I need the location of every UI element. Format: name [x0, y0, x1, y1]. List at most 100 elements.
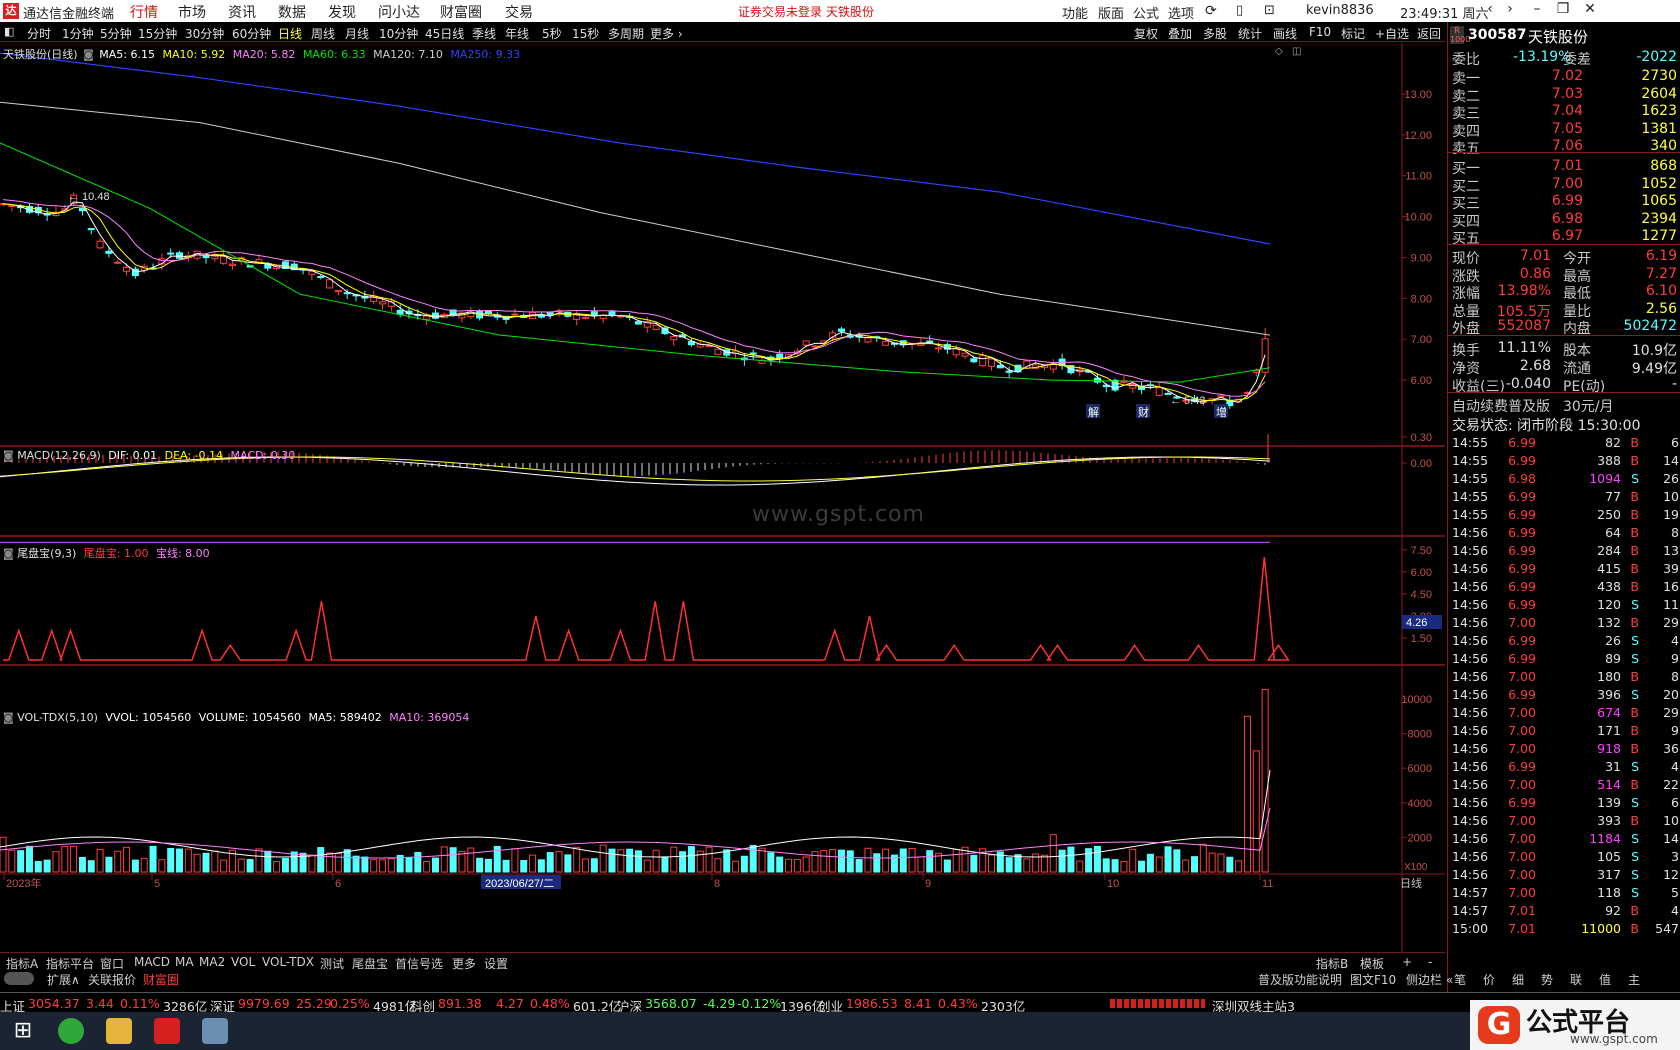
period-monthly[interactable]: 月线 [345, 25, 369, 42]
tdx-app-icon[interactable] [154, 1018, 180, 1044]
windows-start-icon[interactable]: ⊞ [10, 1018, 36, 1044]
trade-price: 7.00 [1508, 669, 1536, 684]
btn-back[interactable]: 返回 [1417, 25, 1441, 42]
period-60min[interactable]: 60分钟 [232, 25, 271, 42]
menu-jiaoyi[interactable]: 交易 [505, 2, 533, 22]
ask-volume: 1381 [1641, 120, 1677, 137]
btn-tongji[interactable]: 统计 [1238, 25, 1262, 42]
period-quarter[interactable]: 季线 [472, 25, 496, 42]
period-fenshi[interactable]: 分时 [27, 25, 51, 42]
period-daily[interactable]: 日线 [278, 25, 302, 42]
btn-wealth-circle[interactable]: 财富圈 [143, 971, 179, 988]
bid-price: 6.97 [1551, 228, 1583, 244]
period-15min[interactable]: 15分钟 [138, 25, 177, 42]
trade-side: S [1631, 471, 1639, 486]
btn-huaxian[interactable]: 画线 [1273, 25, 1297, 42]
btn-diejia[interactable]: 叠加 [1168, 25, 1192, 42]
menu-wenxiaoda[interactable]: 问小达 [378, 2, 420, 22]
menu-caifuquan[interactable]: 财富圈 [440, 2, 482, 22]
btn-fuquan[interactable]: 复权 [1134, 25, 1158, 42]
btn-lian[interactable]: 联 [1570, 971, 1582, 988]
legend-toggle-icon[interactable]: ◙ [83, 48, 94, 61]
menu-hangqing[interactable]: 行情 [130, 2, 158, 22]
period-weekly[interactable]: 周线 [311, 25, 335, 42]
bid-volume: 1065 [1641, 193, 1677, 209]
trade-price: 6.99 [1508, 579, 1536, 594]
btn-f10[interactable]: F10 [1309, 25, 1331, 39]
trade-count: 8 [1671, 669, 1679, 684]
btn-duogu[interactable]: 多股 [1203, 25, 1227, 42]
zoom-in-button[interactable]: + [1402, 955, 1412, 969]
period-multi[interactable]: 多周期 [608, 25, 644, 42]
quote-value: 552087 [1497, 318, 1551, 334]
period-5sec[interactable]: 5秒 [542, 25, 562, 42]
menu-gongneng[interactable]: 功能 [1062, 3, 1088, 22]
lock-icon[interactable]: ⊡ [1264, 3, 1275, 18]
menu-shuju[interactable]: 数据 [278, 2, 306, 22]
period-30min[interactable]: 30分钟 [185, 25, 224, 42]
tab-vol-tdx[interactable]: VOL-TDX [262, 955, 314, 969]
bid-price: 6.99 [1551, 193, 1583, 209]
wpb-toggle-icon[interactable]: ◙ [3, 547, 14, 560]
menu-zixun[interactable]: 资讯 [228, 2, 256, 22]
menu-shichang[interactable]: 市场 [178, 2, 206, 22]
tab-ma2[interactable]: MA2 [199, 955, 225, 969]
wb-row: 委比 -13.19% 委差 -2022 [1448, 48, 1680, 68]
btn-shi[interactable]: 势 [1541, 971, 1553, 988]
close-icon[interactable]: ✕ [1580, 1, 1600, 21]
forward-arrow-icon[interactable]: › [1500, 1, 1520, 21]
minimize-icon[interactable]: – [1527, 1, 1547, 21]
period-10min[interactable]: 10分钟 [379, 25, 418, 42]
back-arrow-icon[interactable]: ‹ [1480, 1, 1500, 21]
period-more[interactable]: 更多 › [650, 25, 683, 42]
wc-value: -2022 [1636, 49, 1677, 65]
toggle-switch[interactable] [4, 972, 34, 985]
folder-icon[interactable] [106, 1018, 132, 1044]
tab-ma[interactable]: MA [175, 955, 194, 969]
phone-icon[interactable]: ▯ [1236, 3, 1243, 18]
panel-toggle-icon[interactable]: ◧ [4, 25, 14, 38]
btn-tuwen-f10[interactable]: 图文F10 [1350, 971, 1396, 988]
btn-xi[interactable]: 细 [1512, 971, 1524, 988]
app-icon[interactable] [202, 1018, 228, 1044]
btn-related-quote[interactable]: 关联报价 [88, 971, 136, 988]
period-5min[interactable]: 5分钟 [100, 25, 132, 42]
menu-gongshi[interactable]: 公式 [1133, 3, 1159, 22]
period-year[interactable]: 年线 [505, 25, 529, 42]
promo-row[interactable]: 自动续费普及版 30元/月 [1448, 395, 1680, 416]
btn-expand[interactable]: 扩展∧ [47, 971, 80, 988]
tab-vol[interactable]: VOL [231, 955, 255, 969]
menu-faxian[interactable]: 发现 [328, 2, 356, 22]
btn-add-watchlist[interactable]: +自选 [1375, 25, 1409, 42]
menu-banmian[interactable]: 版面 [1098, 3, 1124, 22]
btn-sidebar[interactable]: 侧边栏 « [1406, 971, 1453, 988]
username[interactable]: kevin8836 [1306, 3, 1374, 18]
btn-bi[interactable]: 笔 [1454, 971, 1466, 988]
trade-price: 7.01 [1508, 921, 1536, 936]
trade-row: 14:56 6.99 415 B 39 [1448, 560, 1680, 578]
trade-side: B [1630, 579, 1639, 594]
macd-toggle-icon[interactable]: ◙ [3, 449, 14, 462]
btn-zhi[interactable]: 值 [1599, 971, 1611, 988]
refresh-icon[interactable]: ⟳ [1205, 3, 1217, 19]
browser-icon[interactable] [58, 1018, 84, 1044]
btn-zhu[interactable]: 主 [1628, 971, 1640, 988]
btn-puji-desc[interactable]: 普及版功能说明 [1258, 971, 1342, 988]
tab-macd[interactable]: MACD [134, 955, 170, 969]
restore-icon[interactable]: ❐ [1553, 1, 1573, 21]
volume-bar [899, 848, 907, 873]
kline-chart[interactable]: 13.00 12.00 11.00 10.00 9.00 8.00 7.00 6.00 ← 10… [0, 42, 1445, 952]
zoom-out-button[interactable]: - [1428, 955, 1432, 969]
promo-price[interactable]: 30元/月 [1563, 396, 1614, 416]
period-45day[interactable]: 45日线 [425, 25, 464, 42]
volume-bar [1014, 854, 1022, 873]
period-1min[interactable]: 1分钟 [62, 25, 94, 42]
vol-toggle-icon[interactable]: ◙ [3, 711, 14, 724]
menu-xuanxiang[interactable]: 选项 [1168, 3, 1194, 22]
login-notice[interactable]: 证券交易未登录 [738, 3, 822, 20]
promo-text[interactable]: 自动续费普及版 [1452, 396, 1550, 416]
btn-jia[interactable]: 价 [1483, 971, 1495, 988]
period-15sec[interactable]: 15秒 [572, 25, 599, 42]
trade-row: 14:56 7.00 918 B 36 [1448, 740, 1680, 758]
btn-biaoji[interactable]: 标记 [1341, 25, 1365, 42]
